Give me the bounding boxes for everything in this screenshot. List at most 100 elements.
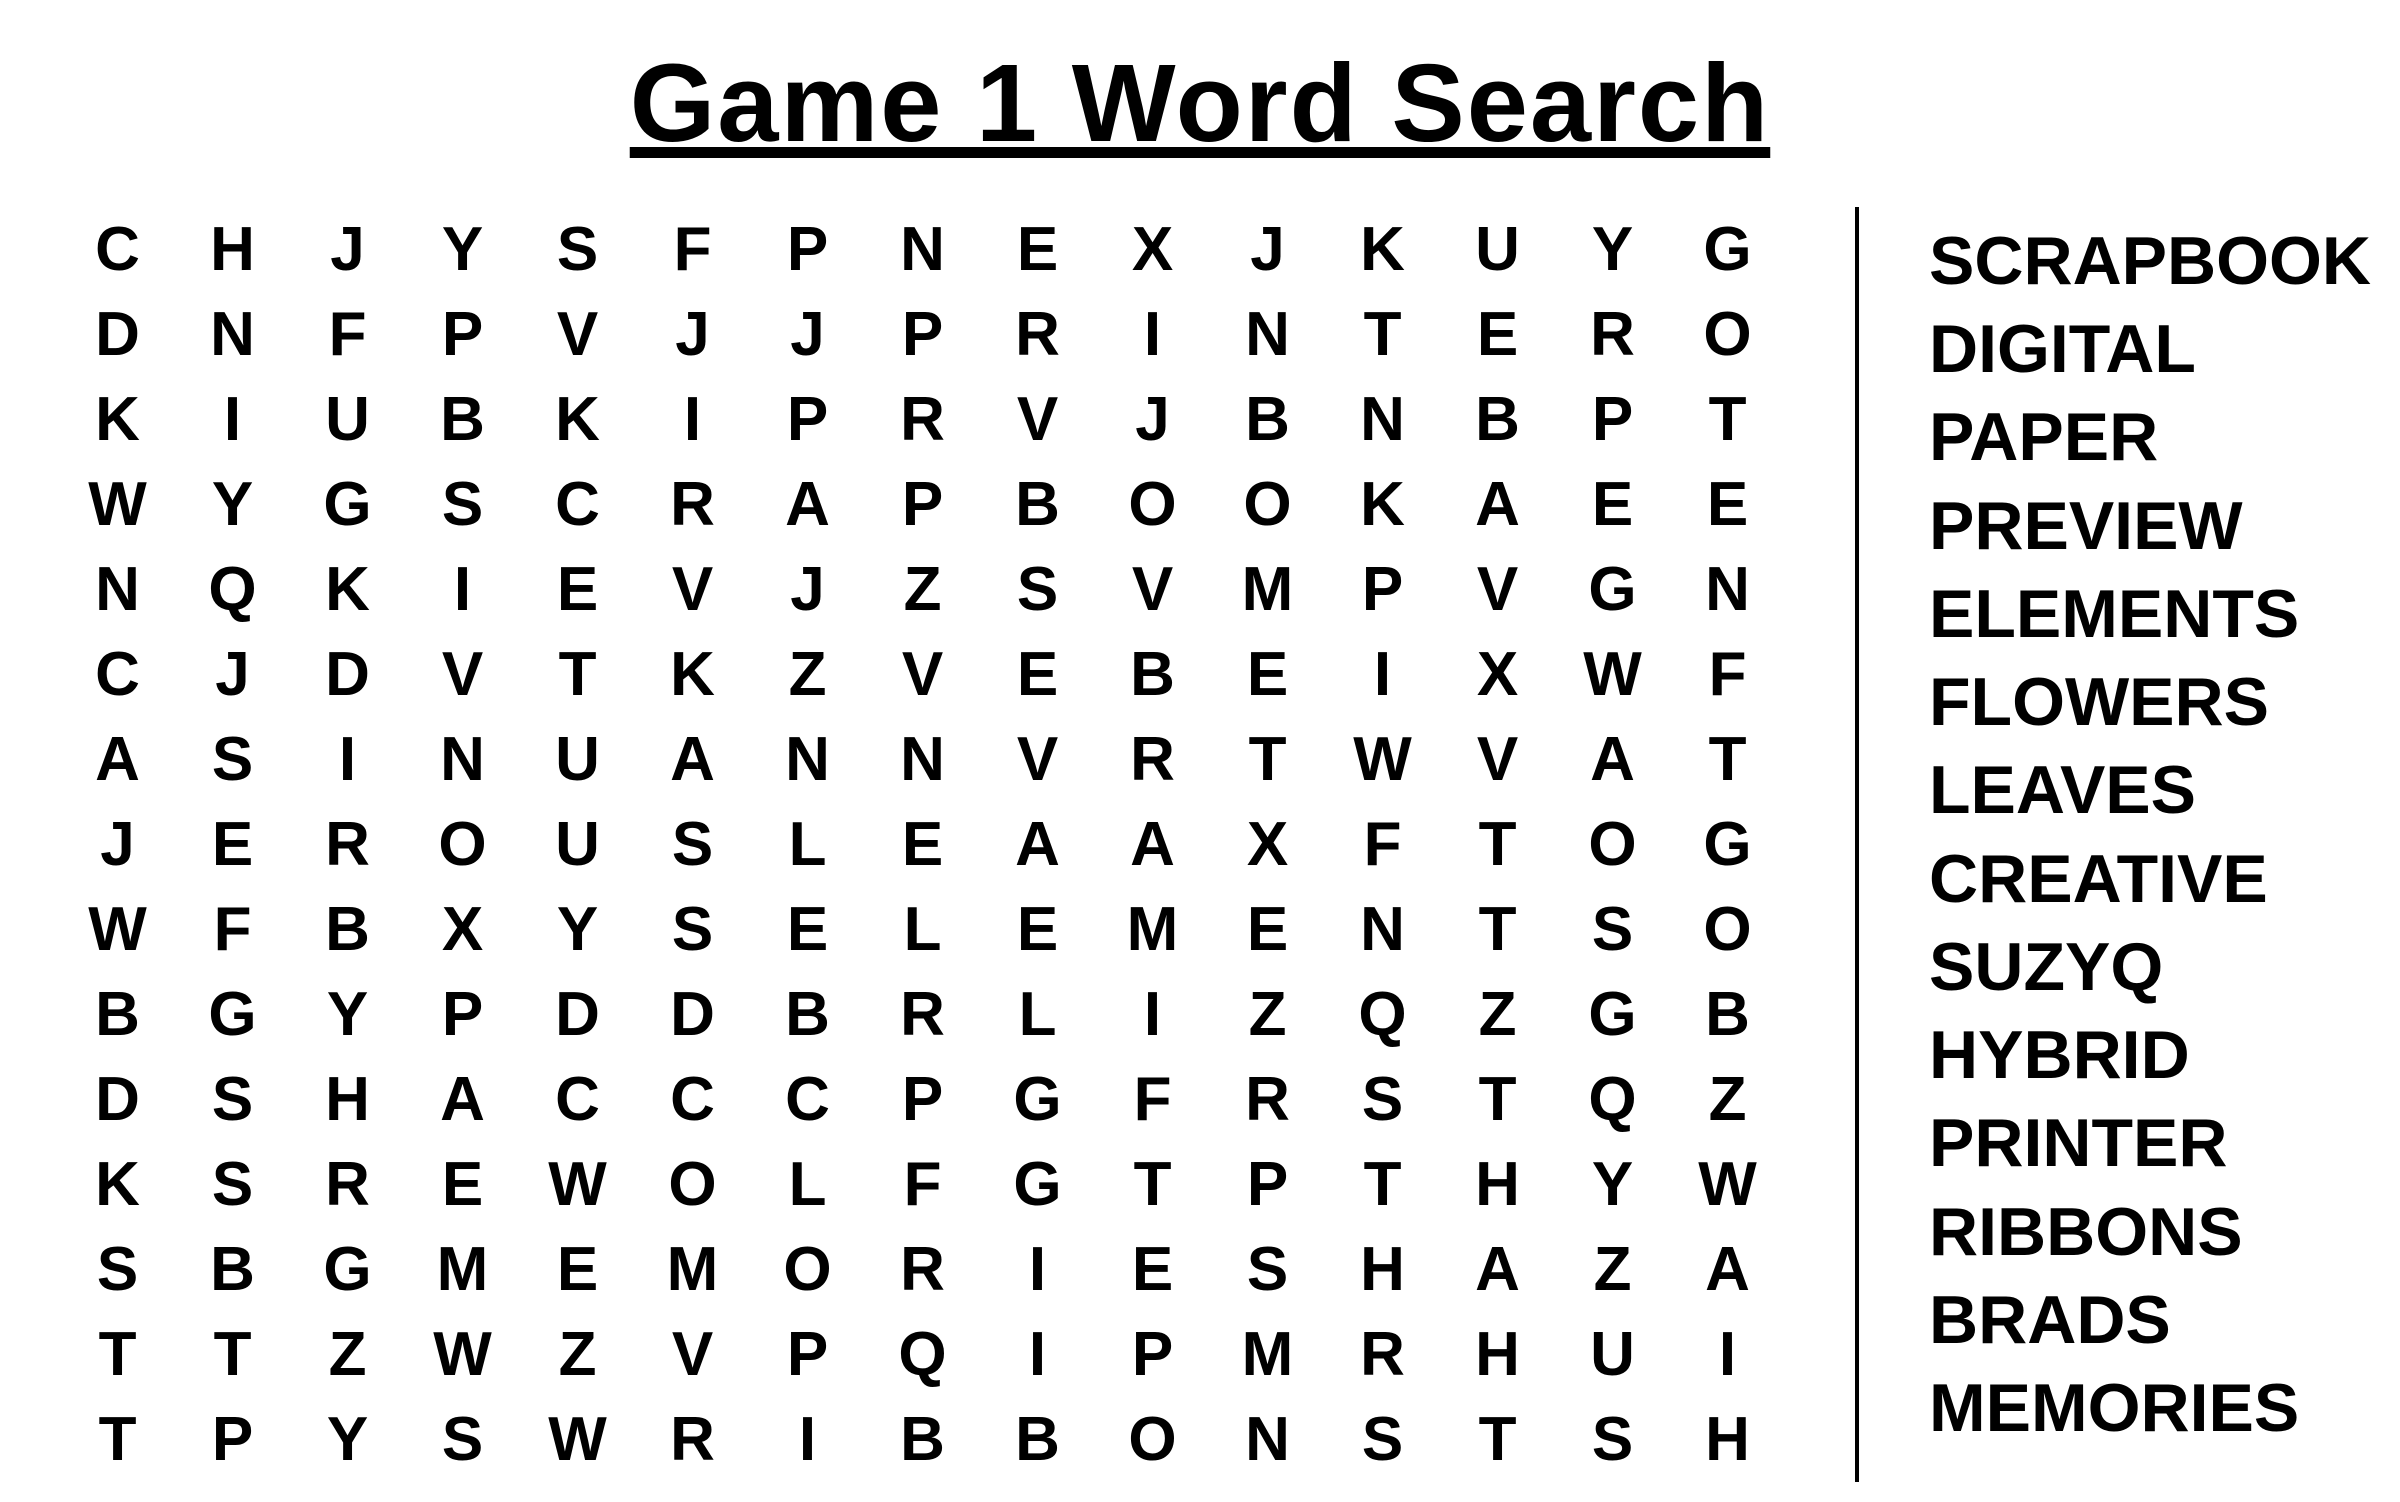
grid-cell: F — [635, 207, 750, 292]
grid-cell: A — [980, 802, 1095, 887]
grid-cell: P — [1095, 1312, 1210, 1397]
grid-cell: G — [980, 1142, 1095, 1227]
grid-cell: U — [290, 377, 405, 462]
grid-cell: D — [520, 972, 635, 1057]
grid-cell: G — [290, 462, 405, 547]
grid-cell: T — [1210, 717, 1325, 802]
grid-cell: Z — [750, 632, 865, 717]
grid-cell: Y — [520, 887, 635, 972]
grid-cell: G — [175, 972, 290, 1057]
grid-cell: P — [405, 972, 520, 1057]
grid-cell: F — [1325, 802, 1440, 887]
word-list-item: RIBBONS — [1929, 1188, 2371, 1276]
grid-cell: B — [1210, 377, 1325, 462]
grid-cell: S — [60, 1227, 175, 1312]
grid-cell: N — [1210, 292, 1325, 377]
grid-cell: H — [175, 207, 290, 292]
grid-cell: B — [980, 1397, 1095, 1482]
grid-row: WFBXYSELEMENTSO — [60, 887, 1785, 972]
grid-cell: L — [980, 972, 1095, 1057]
grid-cell: W — [1325, 717, 1440, 802]
grid-cell: Y — [1555, 1142, 1670, 1227]
grid-row: KIUBKIPRVJBNBPT — [60, 377, 1785, 462]
grid-cell: R — [290, 802, 405, 887]
grid-cell: T — [1440, 1397, 1555, 1482]
grid-cell: D — [60, 292, 175, 377]
word-list-item: SCRAPBOOK — [1929, 217, 2371, 305]
grid-cell: Z — [1440, 972, 1555, 1057]
grid-cell: U — [520, 717, 635, 802]
grid-cell: B — [405, 377, 520, 462]
grid-cell: E — [980, 887, 1095, 972]
grid-cell: S — [1325, 1057, 1440, 1142]
grid-cell: S — [405, 1397, 520, 1482]
grid-row: ASINUANNVRTWVAT — [60, 717, 1785, 802]
grid-cell: N — [1670, 547, 1785, 632]
grid-row: WYGSCRAPBOOKAEE — [60, 462, 1785, 547]
grid-cell: T — [60, 1312, 175, 1397]
grid-cell: W — [60, 462, 175, 547]
grid-cell: X — [1210, 802, 1325, 887]
grid-cell: C — [520, 1057, 635, 1142]
word-list-item: PAPER — [1929, 393, 2371, 481]
grid-cell: S — [1555, 1397, 1670, 1482]
grid-cell: O — [635, 1142, 750, 1227]
page-title: Game 1 Word Search — [60, 40, 2340, 167]
word-list-item: FLOWERS — [1929, 658, 2371, 746]
grid-cell: S — [1210, 1227, 1325, 1312]
grid-cell: I — [1095, 972, 1210, 1057]
grid-row: CJDVTKZVEBEIXWF — [60, 632, 1785, 717]
grid-cell: I — [635, 377, 750, 462]
grid-cell: G — [290, 1227, 405, 1312]
grid-cell: W — [520, 1142, 635, 1227]
grid-cell: P — [405, 292, 520, 377]
grid-row: DNFPVJJPRINTERO — [60, 292, 1785, 377]
grid-cell: E — [1555, 462, 1670, 547]
grid-cell: D — [60, 1057, 175, 1142]
grid-cell: L — [750, 1142, 865, 1227]
grid-cell: J — [60, 802, 175, 887]
grid-cell: P — [1325, 547, 1440, 632]
grid-cell: T — [1095, 1142, 1210, 1227]
grid-cell: N — [1325, 377, 1440, 462]
grid-cell: Z — [1670, 1057, 1785, 1142]
grid-row: DSHACCCPGFRSTQZ — [60, 1057, 1785, 1142]
grid-cell: I — [175, 377, 290, 462]
grid-cell: G — [1670, 207, 1785, 292]
grid-cell: S — [175, 1057, 290, 1142]
grid-row: JEROUSLEAAXFTOG — [60, 802, 1785, 887]
grid-cell: S — [980, 547, 1095, 632]
grid-cell: C — [520, 462, 635, 547]
grid-cell: R — [635, 462, 750, 547]
grid-cell: R — [290, 1142, 405, 1227]
grid-cell: B — [175, 1227, 290, 1312]
grid-cell: B — [980, 462, 1095, 547]
grid-cell: W — [405, 1312, 520, 1397]
grid-cell: A — [60, 717, 175, 802]
grid-row: CHJYSFPNEXJKUYG — [60, 207, 1785, 292]
grid-cell: Y — [175, 462, 290, 547]
grid-cell: U — [1440, 207, 1555, 292]
grid-cell: S — [175, 717, 290, 802]
grid-cell: K — [290, 547, 405, 632]
grid-cell: S — [635, 887, 750, 972]
word-list-item: DIGITAL — [1929, 305, 2371, 393]
grid-cell: O — [1210, 462, 1325, 547]
grid-cell: M — [405, 1227, 520, 1312]
grid-cell: O — [1095, 1397, 1210, 1482]
grid-cell: W — [60, 887, 175, 972]
grid-row: SBGMEMORIESHAZA — [60, 1227, 1785, 1312]
grid-row: TTZWZVPQIPMRHUI — [60, 1312, 1785, 1397]
grid-cell: W — [1555, 632, 1670, 717]
grid-cell: S — [520, 207, 635, 292]
grid-cell: K — [60, 377, 175, 462]
grid-cell: V — [635, 1312, 750, 1397]
grid-cell: H — [1440, 1142, 1555, 1227]
grid-cell: B — [1095, 632, 1210, 717]
grid-cell: S — [175, 1142, 290, 1227]
grid-cell: I — [980, 1227, 1095, 1312]
grid-cell: R — [865, 377, 980, 462]
grid-cell: Z — [520, 1312, 635, 1397]
grid-cell: V — [635, 547, 750, 632]
grid-cell: K — [1325, 207, 1440, 292]
